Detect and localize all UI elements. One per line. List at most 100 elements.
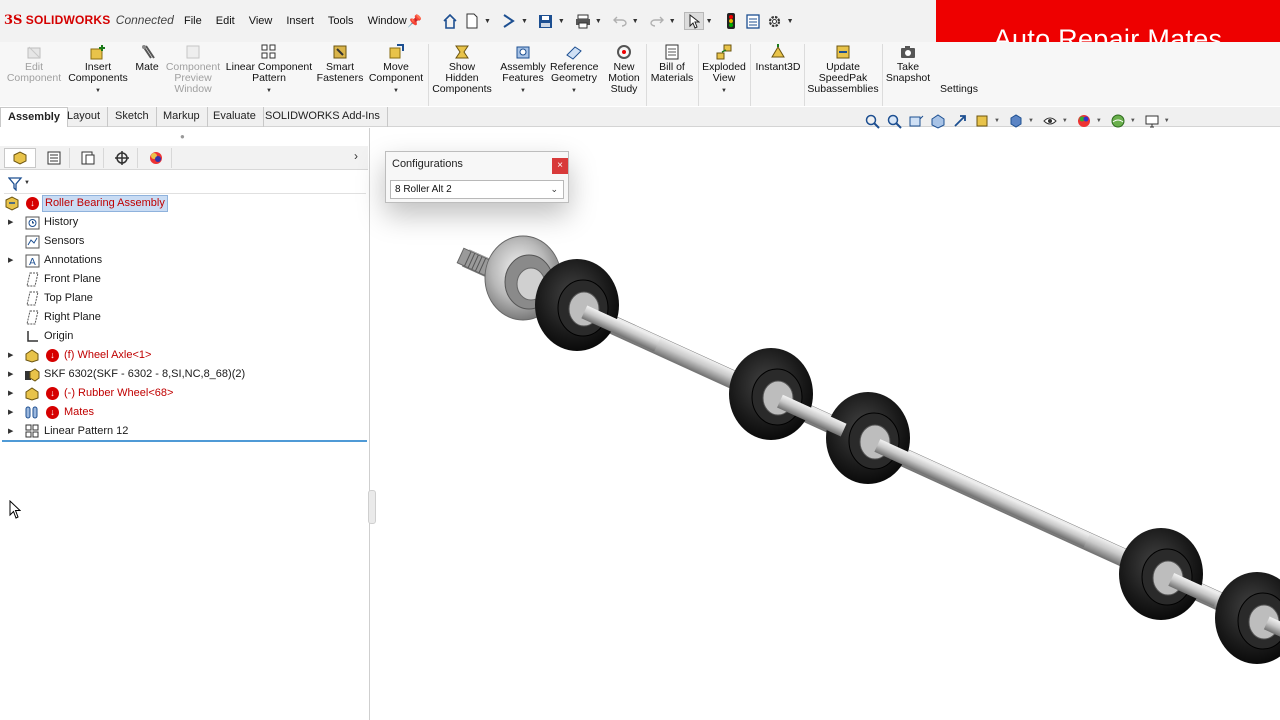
gear-icon[interactable] (765, 12, 785, 30)
chevron-down-icon[interactable]: ▼ (1096, 118, 1102, 124)
tree-item-annotations[interactable]: ▶ A Annotations (0, 251, 368, 270)
chevron-down-icon[interactable]: ▼ (558, 18, 565, 25)
chevron-down-icon[interactable]: ▼ (669, 18, 676, 25)
component-preview-window-button[interactable]: Component Preview Window (164, 42, 222, 106)
chevron-down-icon[interactable]: ▼ (366, 86, 426, 97)
move-component-button[interactable]: Move Component ▼ (366, 42, 426, 106)
app-logo[interactable]: 3S SOLIDWORKS Connected (4, 13, 174, 28)
save-icon[interactable] (536, 12, 556, 30)
assembly-features-button[interactable]: Assembly Features ▼ (498, 42, 548, 106)
chevron-down-icon[interactable]: ▼ (24, 180, 30, 186)
new-document-icon[interactable] (462, 12, 482, 30)
menu-tools[interactable]: Tools (328, 15, 354, 27)
insert-components-button[interactable]: Insert Components ▼ (66, 42, 130, 106)
configuration-select[interactable]: 8 Roller Alt 2 ⌄ (390, 180, 564, 199)
expand-arrow-icon[interactable]: ▶ (8, 346, 13, 365)
reference-geometry-button[interactable]: Reference Geometry ▼ (550, 42, 598, 106)
file-properties-icon[interactable] (743, 12, 763, 30)
tab-layout[interactable]: Layout (60, 107, 109, 127)
tab-markup[interactable]: Markup (156, 107, 208, 127)
chevron-down-icon[interactable]: ▼ (550, 86, 598, 97)
menu-edit[interactable]: Edit (216, 15, 235, 27)
exploded-view-button[interactable]: Exploded View ▼ (700, 42, 748, 106)
chevron-down-icon[interactable]: ▼ (1062, 118, 1068, 124)
expand-arrow-icon[interactable]: ▶ (8, 251, 13, 270)
chevron-down-icon[interactable]: ▼ (498, 86, 548, 97)
chevron-down-icon[interactable]: ▼ (484, 18, 491, 25)
pin-icon[interactable]: 📌 (407, 14, 422, 28)
chevron-right-icon[interactable]: › (354, 149, 358, 163)
tree-item-mates[interactable]: ▶ ↓ Mates (0, 403, 368, 422)
tab-sketch[interactable]: Sketch (108, 107, 157, 127)
print-icon[interactable] (573, 12, 593, 30)
plane-icon (24, 272, 40, 287)
new-motion-study-button[interactable]: New Motion Study (602, 42, 646, 106)
chevron-down-icon[interactable]: ▼ (994, 118, 1000, 124)
show-hidden-components-button[interactable]: Show Hidden Components (430, 42, 494, 106)
tree-item-skf-6302[interactable]: ▶ SKF 6302(SKF - 6302 - 8,SI,NC,8_68)(2) (0, 365, 368, 384)
property-manager-tab[interactable] (38, 148, 70, 168)
chevron-down-icon[interactable]: ▼ (595, 18, 602, 25)
close-icon[interactable]: × (552, 158, 568, 174)
menu-view[interactable]: View (249, 15, 273, 27)
expand-arrow-icon[interactable]: ▶ (8, 365, 13, 384)
bill-of-materials-button[interactable]: Bill of Materials (648, 42, 696, 106)
tree-filter[interactable]: ▼ (4, 174, 366, 194)
expand-arrow-icon[interactable]: ▶ (8, 213, 13, 232)
chevron-down-icon[interactable]: ▼ (706, 18, 713, 25)
panel-grip-icon[interactable]: ● (180, 132, 185, 141)
expand-arrow-icon[interactable]: ▶ (8, 422, 13, 441)
instant3d-button[interactable]: Instant3D (752, 42, 804, 106)
tree-item-right-plane[interactable]: Right Plane (0, 308, 368, 327)
tree-item-top-plane[interactable]: Top Plane (0, 289, 368, 308)
expand-arrow-icon[interactable]: ▶ (8, 384, 13, 403)
menu-insert[interactable]: Insert (286, 15, 314, 27)
tab-assembly[interactable]: Assembly (0, 107, 68, 127)
menu-window[interactable]: Window (368, 15, 407, 27)
command-label: Component (6, 72, 62, 84)
chevron-down-icon[interactable]: ▼ (787, 18, 794, 25)
feature-manager-tab[interactable] (4, 148, 36, 168)
linear-component-pattern-button[interactable]: Linear Component Pattern ▼ (224, 42, 314, 106)
display-manager-tab[interactable] (140, 148, 172, 168)
chevron-down-icon[interactable]: ▼ (1028, 118, 1034, 124)
tree-item-roller-bearing-assembly[interactable]: ↓ Roller Bearing Assembly (0, 194, 368, 213)
tree-item-sensors[interactable]: Sensors (0, 232, 368, 251)
configuration-selected-value: 8 Roller Alt 2 (395, 184, 452, 195)
menu-file[interactable]: File (184, 15, 202, 27)
rebuild-traffic-light-icon[interactable] (721, 12, 741, 30)
tree-item-rubber-wheel[interactable]: ▶ ↓ (-) Rubber Wheel<68> (0, 384, 368, 403)
tab-evaluate[interactable]: Evaluate (206, 107, 264, 127)
tree-item-front-plane[interactable]: Front Plane (0, 270, 368, 289)
tree-item-linear-pattern[interactable]: ▶ Linear Pattern 12 (0, 422, 368, 441)
chevron-down-icon[interactable]: ▼ (1130, 118, 1136, 124)
redo-icon[interactable] (647, 12, 667, 30)
chevron-down-icon[interactable]: ▼ (700, 86, 748, 97)
tree-item-origin[interactable]: Origin (0, 327, 368, 346)
graphics-area[interactable] (371, 128, 1280, 720)
select-arrow-icon[interactable] (683, 12, 704, 30)
chevron-down-icon[interactable]: ▼ (521, 18, 528, 25)
smart-fasteners-button[interactable]: Smart Fasteners (316, 42, 364, 106)
filter-icon[interactable] (8, 177, 24, 191)
undo-icon[interactable] (610, 12, 630, 30)
dimxpert-manager-tab[interactable] (106, 148, 138, 168)
update-speedpak-button[interactable]: Update SpeedPak Subassemblies (806, 42, 880, 106)
linear-pattern-icon (224, 42, 314, 62)
chevron-down-icon[interactable]: ▼ (66, 86, 130, 97)
home-icon[interactable] (440, 12, 460, 30)
chevron-down-icon[interactable]: ▼ (1164, 118, 1170, 124)
expand-arrow-icon[interactable]: ▶ (8, 403, 13, 422)
edit-component-button[interactable]: Edit Component (4, 42, 64, 106)
mate-button[interactable]: Mate (132, 42, 162, 106)
tree-item-history[interactable]: ▶ History (0, 213, 368, 232)
tree-item-wheel-axle[interactable]: ▶ ↓ (f) Wheel Axle<1> (0, 346, 368, 365)
take-snapshot-button[interactable]: Take Snapshot (884, 42, 932, 106)
tab-solidworks-add-ins[interactable]: SOLIDWORKS Add-Ins (258, 107, 388, 127)
chevron-down-icon[interactable]: ⌄ (550, 181, 558, 198)
chevron-down-icon[interactable]: ▼ (224, 86, 314, 97)
assembly-settings-button[interactable]: Settings (934, 42, 984, 106)
configuration-manager-tab[interactable] (72, 148, 104, 168)
chevron-down-icon[interactable]: ▼ (632, 18, 639, 25)
open-icon[interactable] (499, 12, 519, 30)
